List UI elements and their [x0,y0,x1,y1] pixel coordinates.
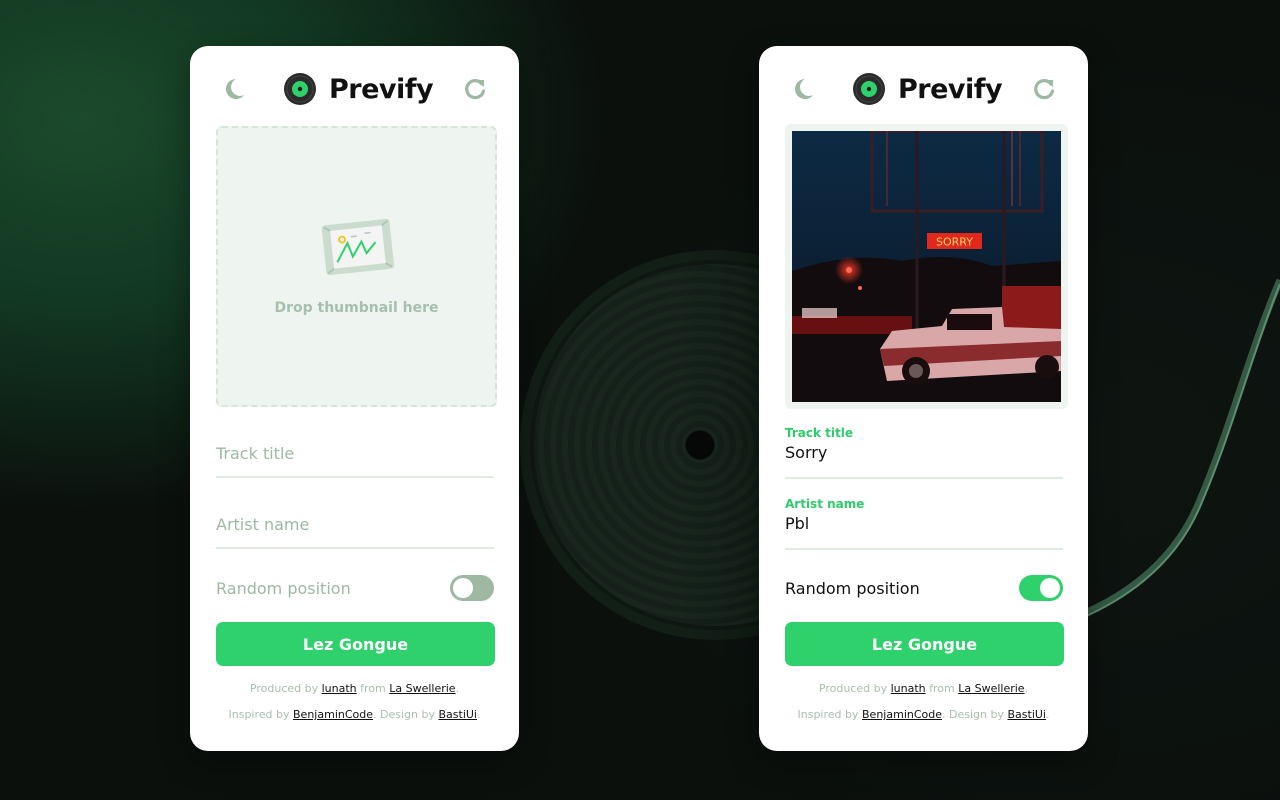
track-title-label: Track title [785,426,853,440]
moon-icon[interactable] [221,76,247,102]
credits-text: . [476,708,481,721]
random-position-label: Random position [216,578,351,598]
producer-link[interactable]: lunath [891,682,926,695]
random-position-label: Random position [785,578,920,598]
app-title: Prevify [898,73,1003,105]
picture-frame-icon [318,216,398,280]
refresh-icon[interactable] [1031,76,1057,102]
designer-link[interactable]: BastiUi [1007,708,1046,721]
studio-link[interactable]: La Swellerie [389,682,455,695]
credits-text: from [356,682,390,695]
track-title-input[interactable] [785,443,1063,462]
credits-inspired: Inspired by BenjaminCode. Design by Bast… [190,708,519,721]
artist-name-label: Artist name [785,497,865,511]
artist-name-field [216,515,494,549]
app-title: Prevify [329,73,434,105]
thumbnail-preview[interactable]: SORRY [785,124,1068,409]
inspiration-link[interactable]: BenjaminCode [293,708,373,721]
credits-text: . [1045,708,1050,721]
sign-text: SORRY [936,236,973,249]
credits-text: . Design by [373,708,439,721]
designer-link[interactable]: BastiUi [438,708,477,721]
producer-link[interactable]: lunath [322,682,357,695]
credits-text: Produced by [249,682,322,695]
card-header: Prevify [190,70,519,108]
track-title-input[interactable] [216,444,494,463]
credits-text: Inspired by [797,708,863,721]
credits-text: Inspired by [228,708,294,721]
moon-icon[interactable] [790,76,816,102]
artist-name-input[interactable] [216,515,494,534]
random-position-row: Random position [216,574,494,602]
random-position-toggle[interactable] [450,575,494,601]
submit-button[interactable]: Lez Gongue [216,622,495,666]
credits-text: . Design by [942,708,1008,721]
credits-text: Produced by [818,682,891,695]
refresh-icon[interactable] [462,76,488,102]
credits-text: from [925,682,959,695]
card-header: Prevify [759,70,1088,108]
artist-name-field: Artist name [785,497,1063,550]
tonearm-icon [1078,270,1280,670]
studio-link[interactable]: La Swellerie [958,682,1024,695]
credits-produced: Produced by lunath from La Swellerie. [759,682,1088,695]
toggle-knob [453,578,473,598]
thumbnail-dropzone[interactable]: Drop thumbnail here [216,126,497,407]
credits-text: . [455,682,460,695]
dropzone-text: Drop thumbnail here [274,300,439,316]
track-title-field: Track title [785,426,1063,479]
inspiration-link[interactable]: BenjaminCode [862,708,942,721]
vinyl-disc-icon [852,72,886,106]
random-position-row: Random position [785,574,1063,602]
submit-button[interactable]: Lez Gongue [785,622,1064,666]
credits-text: . [1024,682,1029,695]
toggle-knob [1040,578,1060,598]
vinyl-disc-icon [283,72,317,106]
prevify-card-filled: Prevify SORRY Track title Sorry Artist n… [759,46,1088,751]
credits-inspired: Inspired by BenjaminCode. Design by Bast… [759,708,1088,721]
artist-name-input[interactable] [785,514,1063,533]
track-title-field [216,444,494,478]
random-position-toggle[interactable] [1019,575,1063,601]
credits-produced: Produced by lunath from La Swellerie. [190,682,519,695]
brand: Prevify [283,72,434,106]
brand: Prevify [852,72,1003,106]
prevify-card-empty: Prevify Drop thumbnail here Track title … [190,46,519,751]
thumbnail-image: SORRY [792,131,1061,402]
